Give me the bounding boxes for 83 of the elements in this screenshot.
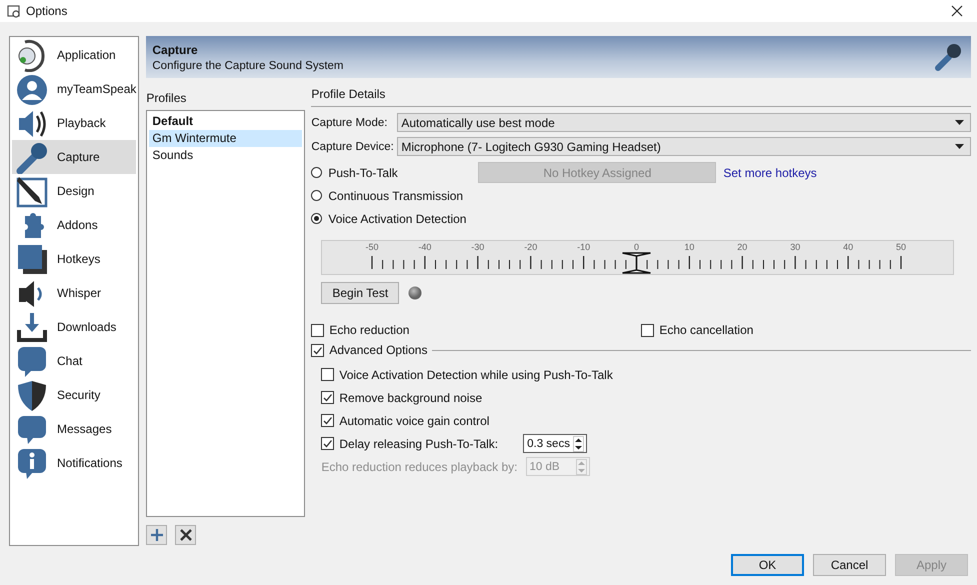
key-icon [15, 242, 49, 276]
pencil-icon [15, 174, 49, 208]
checkbox[interactable] [321, 391, 334, 404]
section-title: Capture [152, 42, 199, 56]
sidebar-item[interactable]: Playback [12, 106, 136, 140]
scale-label: 30 [790, 242, 801, 252]
option-label: Remove background noise [339, 390, 482, 404]
checkbox[interactable] [321, 437, 334, 450]
checkbox-label: Echo cancellation [659, 323, 754, 337]
shield-icon [15, 378, 49, 412]
checkbox[interactable] [311, 344, 324, 356]
window-icon [7, 4, 21, 18]
x-icon [178, 528, 193, 542]
download-icon [15, 310, 49, 344]
sidebar-item[interactable]: Notifications [12, 446, 136, 480]
checkbox[interactable] [641, 324, 654, 336]
begin-test-button[interactable]: Begin Test [321, 282, 400, 304]
radio-label: Continuous Transmission [328, 188, 464, 202]
option-label: Automatic voice gain control [339, 414, 490, 428]
option-label: Voice Activation Detection while using Push-To-Talk [339, 368, 613, 382]
close-icon [951, 5, 963, 17]
scale-label: -20 [524, 242, 538, 252]
spin-arrows-icon [576, 458, 586, 474]
plus-icon [150, 528, 164, 542]
scale-label: 10 [684, 242, 695, 252]
sidebar-item[interactable]: Whisper [12, 276, 136, 310]
option-label: Delay releasing Push-To-Talk: [339, 436, 498, 450]
profile-item[interactable]: Gm Wintermute [149, 130, 302, 147]
add-button[interactable] [146, 525, 168, 545]
microphone-icon [933, 42, 964, 72]
radio-button[interactable] [311, 190, 322, 201]
dropdown[interactable]: Microphone (7- Logitech G930 Gaming Headset) [397, 137, 972, 156]
threshold-handle[interactable] [622, 252, 652, 274]
field-label: Capture Mode: [311, 116, 388, 128]
window-title: Options [26, 4, 68, 18]
scale-label: -30 [472, 242, 485, 252]
scale-label: -50 [366, 242, 379, 252]
person-icon [15, 72, 49, 106]
checkbox[interactable] [321, 368, 334, 381]
speech-bubble-icon [15, 344, 49, 378]
hotkeys-link[interactable]: Set more hotkeys [723, 166, 817, 180]
field-label: Capture Device: [311, 140, 395, 152]
scale-label: -40 [418, 242, 432, 252]
profiles-label: Profiles [146, 91, 188, 105]
dialog-button[interactable]: OK [731, 554, 804, 576]
info-icon [15, 446, 49, 480]
sidebar-item[interactable]: Addons [12, 208, 136, 242]
radio-button[interactable] [311, 213, 322, 224]
profile-item[interactable]: Default [149, 113, 302, 130]
sidebar-item[interactable]: Messages [12, 412, 136, 446]
scale-label: 50 [896, 242, 906, 252]
spin-arrows-icon [573, 436, 584, 452]
scale-label: 40 [843, 242, 854, 252]
sidebar-item[interactable]: Application [12, 38, 136, 72]
sidebar-item[interactable]: Chat [12, 344, 136, 378]
spin-box[interactable]: 0.3 secs [523, 434, 588, 453]
sidebar-item[interactable]: Security [12, 378, 136, 412]
sidebar-item[interactable]: myTeamSpeak [12, 72, 136, 106]
option-label: Echo reduction reduces playback by: [321, 460, 518, 474]
checkbox-label: Echo reduction [329, 323, 410, 337]
profile-item[interactable]: Sounds [149, 147, 302, 164]
delete-button[interactable] [175, 525, 196, 545]
dialog-button[interactable]: Cancel [813, 554, 886, 576]
radio-button[interactable] [311, 167, 322, 178]
caret-icon [955, 120, 964, 125]
scale-label: -10 [577, 242, 590, 252]
sidebar-item[interactable]: Capture [12, 140, 136, 174]
sidebar-item[interactable]: Design [12, 174, 136, 208]
radio-label: Voice Activation Detection [328, 212, 468, 226]
checkbox[interactable] [321, 414, 334, 427]
sidebar-item[interactable]: Hotkeys [12, 242, 136, 276]
dropdown[interactable]: Automatically use best mode [397, 113, 972, 132]
microphone-icon [15, 140, 49, 174]
section-subtitle: Configure the Capture Sound System [152, 60, 345, 72]
radio-label: Push-To-Talk [328, 166, 399, 180]
sidebar-item[interactable]: Downloads [12, 310, 136, 344]
checkbox-label: Advanced Options [329, 343, 428, 357]
scale-label: 0 [634, 242, 640, 252]
status-light-icon [408, 286, 422, 300]
group-heading: Profile Details [311, 87, 972, 107]
checkbox[interactable] [311, 324, 324, 336]
caret-icon [955, 144, 964, 149]
scale-label: 20 [738, 242, 748, 252]
